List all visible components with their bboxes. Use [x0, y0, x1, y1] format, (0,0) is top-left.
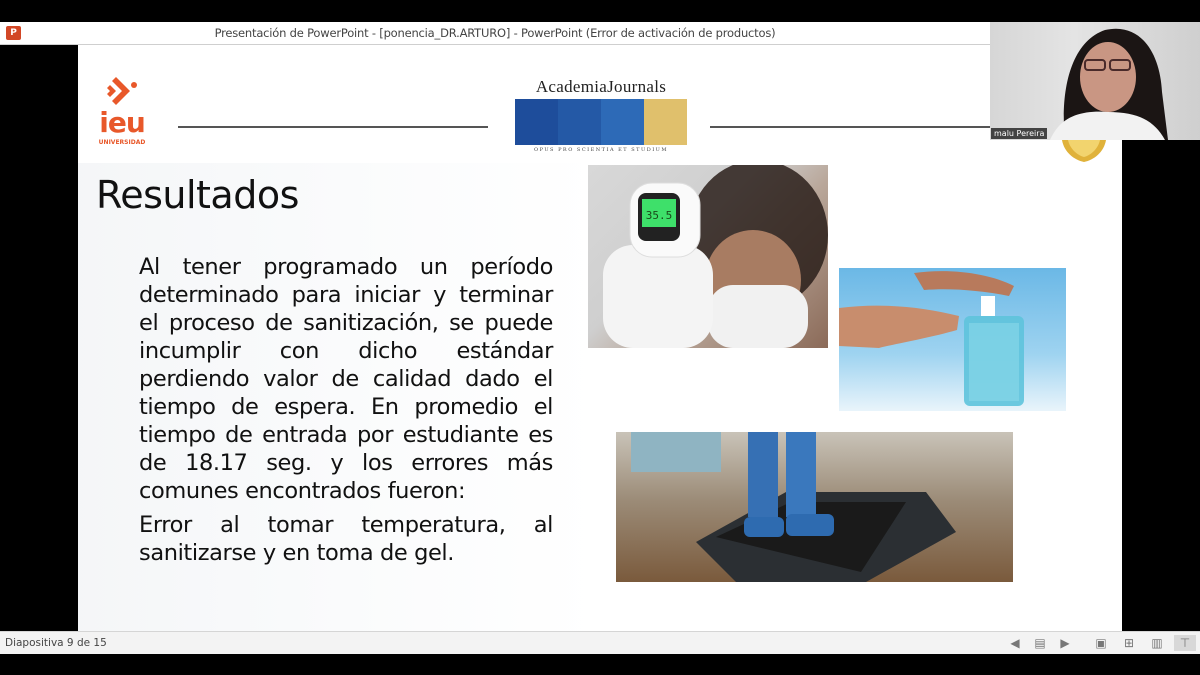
normal-view-button[interactable]: ▣: [1093, 635, 1109, 651]
body-paragraph: Error al tomar temperatura, al sanitizar…: [139, 512, 553, 566]
ieu-logo-subtext: UNIVERSIDAD: [98, 139, 146, 146]
thermometer-reading: 35.5: [646, 209, 673, 222]
academia-journals-logo: AcademiaJournals OPUS PRO SCIENTIA ET ST…: [515, 77, 687, 157]
slide-title: Resultados: [96, 173, 299, 217]
slide-sorter-button[interactable]: ⊞: [1121, 635, 1137, 651]
academia-journals-motto: OPUS PRO SCIENTIA ET STUDIUM: [533, 147, 669, 153]
logo-bar-segment: [601, 99, 644, 145]
logo-bar-segment: [644, 99, 687, 145]
slide[interactable]: ieu UNIVERSIDAD AcademiaJournals OPUS PR…: [78, 45, 1122, 631]
window-title: Presentación de PowerPoint - [ponencia_D…: [214, 26, 776, 40]
ieu-logo-text: ieu: [99, 106, 146, 139]
body-paragraph: Al tener programado un período determina…: [139, 254, 553, 504]
logo-bar-segment: [515, 99, 558, 145]
bottom-black-bar: [0, 654, 1200, 675]
normal-view-icon: ▣: [1095, 636, 1107, 650]
thermometer-photo: 35.5: [588, 165, 828, 348]
participant-name-label: malu Pereira: [991, 128, 1048, 139]
window-titlebar: P Presentación de PowerPoint - [ponencia…: [0, 22, 990, 45]
ieu-logo: ieu UNIVERSIDAD: [94, 75, 150, 155]
slide-sorter-icon: ⊞: [1123, 636, 1135, 650]
webcam-video-feed: malu Pereira: [990, 22, 1200, 140]
slide-body-text: Al tener programado un período determina…: [139, 253, 553, 573]
previous-icon: ◀: [1010, 636, 1020, 650]
logo-bar-segment: [558, 99, 601, 145]
thermometer-illustration: 35.5: [603, 165, 828, 348]
hand-sanitizer-photo: [839, 268, 1066, 411]
header-divider-left: [178, 126, 488, 128]
notes-button[interactable]: ▤: [1032, 635, 1048, 651]
slide-counter: Diapositiva 9 de 15: [5, 637, 107, 649]
participant-video: [1050, 28, 1168, 140]
notes-icon: ▤: [1034, 636, 1046, 650]
reading-view-icon: ▥: [1151, 636, 1163, 650]
ieu-logo-mark-icon: [107, 77, 137, 105]
award-badge-icon: [1062, 140, 1106, 162]
reading-view-button[interactable]: ▥: [1149, 635, 1165, 651]
header-divider-right: [710, 126, 1010, 128]
slideshow-icon: ⊤: [1179, 636, 1191, 650]
sanitizing-mat-photo: [616, 432, 1013, 582]
status-bar: Diapositiva 9 de 15 ◀ ▤ ▶ ▣ ⊞ ▥ ⊤: [0, 631, 1200, 654]
slideshow-button[interactable]: ⊤: [1174, 635, 1196, 651]
next-icon: ▶: [1060, 636, 1070, 650]
sanitizer-illustration: [839, 271, 1024, 406]
previous-slide-button[interactable]: ◀: [1007, 635, 1023, 651]
academia-journals-name: AcademiaJournals: [535, 77, 667, 96]
mat-illustration: [631, 432, 956, 582]
next-slide-button[interactable]: ▶: [1057, 635, 1073, 651]
